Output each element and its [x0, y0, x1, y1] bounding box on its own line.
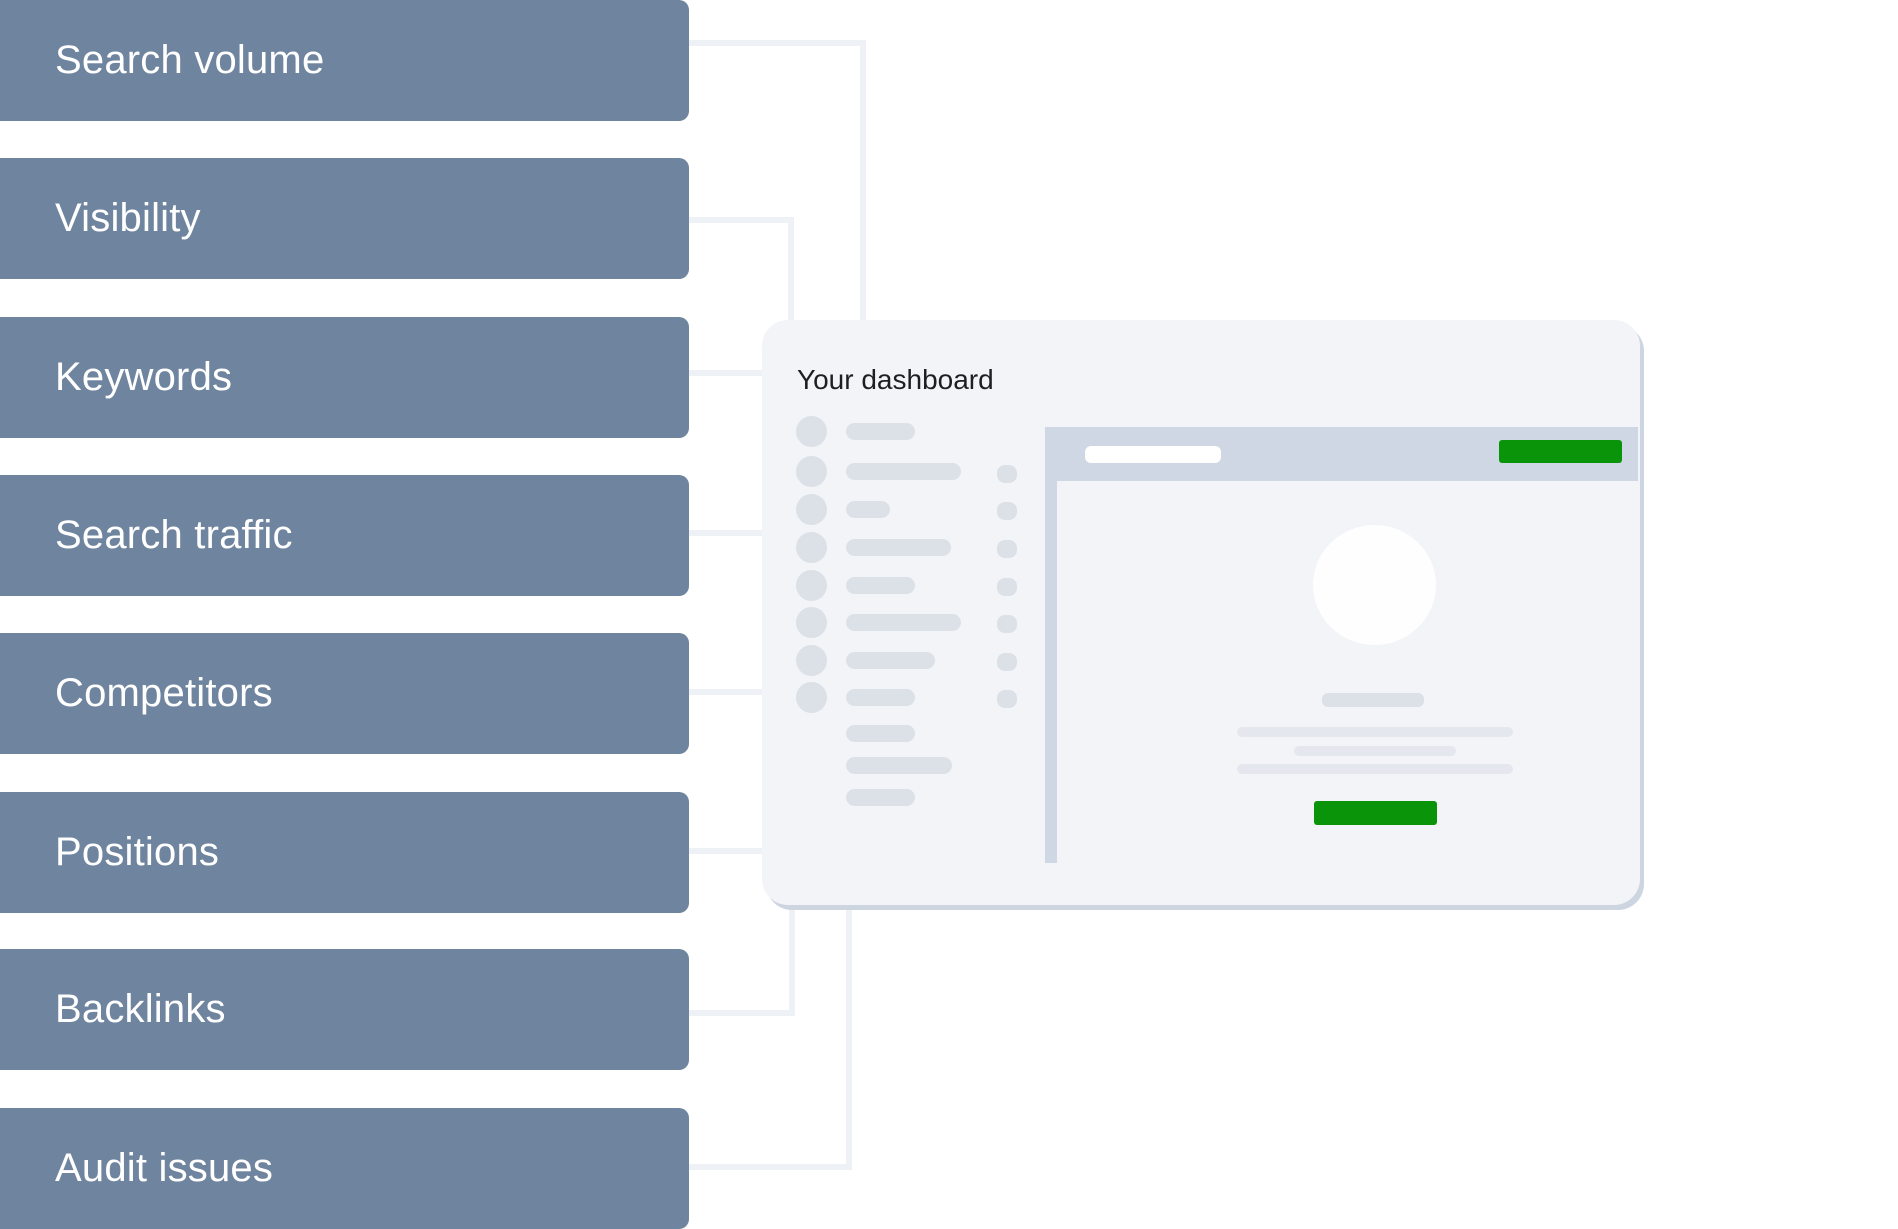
skeleton-avatar: [796, 494, 827, 525]
skeleton-avatar: [796, 645, 827, 676]
skeleton-badge: [997, 690, 1017, 708]
connector-visibility-vertical: [788, 217, 794, 322]
skeleton-avatar: [796, 456, 827, 487]
metric-label: Positions: [55, 830, 220, 874]
connector-backlinks-vertical: [789, 905, 795, 1016]
metric-keywords[interactable]: Keywords: [0, 317, 689, 438]
skeleton-text: [846, 539, 951, 556]
metric-search-traffic[interactable]: Search traffic: [0, 475, 689, 596]
dashboard-title: Your dashboard: [797, 364, 994, 395]
skeleton-avatar: [796, 570, 827, 601]
skeleton-description-line: [1237, 727, 1513, 737]
panel-toolbar: [1045, 427, 1638, 481]
connector-audit-issues-vertical: [846, 905, 852, 1170]
skeleton-badge: [997, 540, 1017, 558]
skeleton-text: [846, 789, 915, 806]
skeleton-text: [846, 614, 961, 631]
search-field[interactable]: [1085, 446, 1221, 463]
skeleton-text: [846, 689, 915, 706]
metric-audit-issues[interactable]: Audit issues: [0, 1108, 689, 1229]
skeleton-avatar: [796, 532, 827, 563]
metric-visibility[interactable]: Visibility: [0, 158, 689, 279]
skeleton-heading: [1322, 693, 1424, 707]
connector-positions: [683, 848, 765, 854]
primary-action-button[interactable]: [1314, 801, 1437, 825]
skeleton-text: [846, 423, 915, 440]
skeleton-text: [846, 577, 915, 594]
metric-positions[interactable]: Positions: [0, 792, 689, 913]
skeleton-description-line: [1237, 764, 1513, 774]
skeleton-text: [846, 463, 961, 480]
metric-label: Audit issues: [55, 1146, 274, 1190]
connector-search-traffic: [683, 530, 765, 536]
skeleton-badge: [997, 615, 1017, 633]
skeleton-description-line: [1294, 746, 1456, 756]
metric-backlinks[interactable]: Backlinks: [0, 949, 689, 1070]
metric-label: Search volume: [55, 38, 325, 82]
metric-label: Backlinks: [55, 987, 226, 1031]
connector-keywords: [683, 370, 765, 376]
skeleton-avatar: [796, 416, 827, 447]
connector-backlinks: [683, 1010, 795, 1016]
skeleton-badge: [997, 578, 1017, 596]
dashboard-card: Your dashboard: [762, 320, 1640, 905]
connector-visibility: [683, 217, 794, 223]
metric-label: Visibility: [55, 196, 201, 240]
profile-image-placeholder: [1313, 525, 1436, 645]
content-panel: [1045, 427, 1638, 863]
metric-label: Search traffic: [55, 513, 293, 557]
metric-label: Competitors: [55, 671, 273, 715]
connector-search-volume: [683, 40, 866, 46]
connector-audit-issues: [683, 1164, 852, 1170]
skeleton-text: [846, 501, 890, 518]
skeleton-avatar: [796, 682, 827, 713]
skeleton-text: [846, 725, 915, 742]
connector-search-volume-vertical: [860, 40, 866, 322]
metric-competitors[interactable]: Competitors: [0, 633, 689, 754]
metric-label: Keywords: [55, 355, 233, 399]
skeleton-text: [846, 652, 935, 669]
metric-search-volume[interactable]: Search volume: [0, 0, 689, 121]
skeleton-text: [846, 757, 952, 774]
skeleton-badge: [997, 465, 1017, 483]
toolbar-action-button[interactable]: [1499, 440, 1622, 463]
connector-competitors: [683, 689, 765, 695]
skeleton-badge: [997, 502, 1017, 520]
skeleton-badge: [997, 653, 1017, 671]
skeleton-avatar: [796, 607, 827, 638]
panel-left-border: [1045, 481, 1057, 863]
